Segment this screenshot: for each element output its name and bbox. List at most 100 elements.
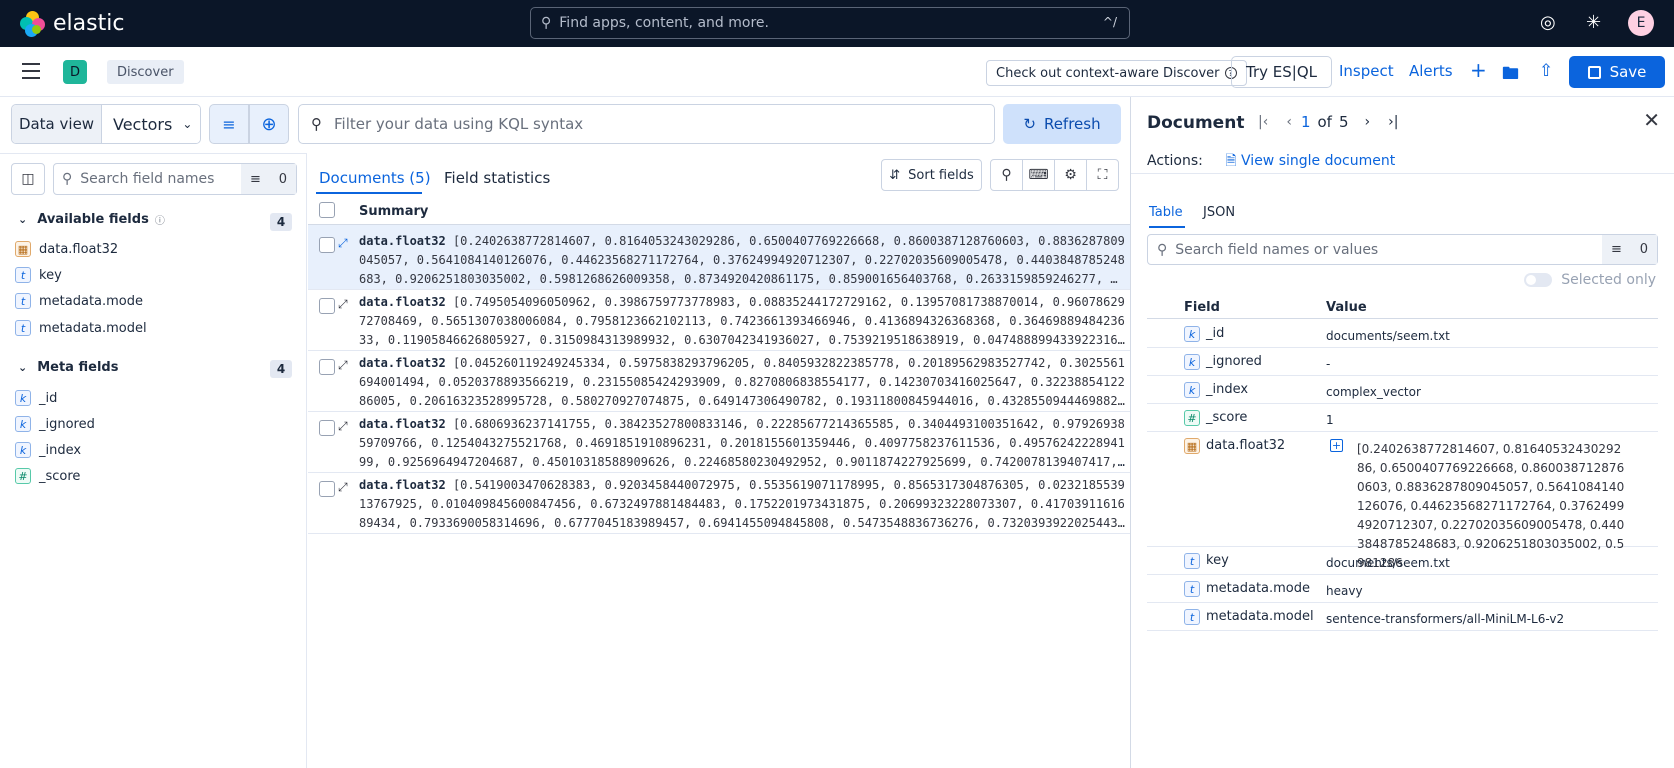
field-name: _id <box>1206 326 1225 341</box>
last-page-icon[interactable]: ›| <box>1388 114 1398 130</box>
tab-table[interactable]: Table <box>1149 205 1183 220</box>
tab-documents[interactable]: Documents (5) <box>319 169 431 187</box>
page-total[interactable]: 5 <box>1339 113 1349 131</box>
first-page-icon[interactable]: |‹ <box>1258 114 1268 130</box>
table-row[interactable]: ⤢ data.float32 [0.5419003470628383, 0.92… <box>308 469 1130 534</box>
field-name: _ignored <box>39 416 95 432</box>
data-view-picker[interactable]: Data view Vectors ⌄ <box>11 104 201 144</box>
keyword-type-icon: k <box>15 442 31 458</box>
menu-icon[interactable] <box>22 63 40 79</box>
try-esql-button[interactable]: Try ES|QL <box>1231 56 1332 88</box>
column-value: Value <box>1326 300 1367 315</box>
field-row-ignored[interactable]: k _ignored - <box>1147 348 1658 376</box>
refresh-button[interactable]: ↻ Refresh <box>1003 104 1121 144</box>
row-checkbox[interactable] <box>319 481 335 497</box>
field-item-index[interactable]: k _index <box>15 442 81 458</box>
expand-row-icon[interactable]: ⤢ <box>338 480 348 495</box>
field-item-data-float32[interactable]: ▦ data.float32 <box>15 241 118 257</box>
space-badge[interactable]: D <box>63 60 87 84</box>
expand-row-icon[interactable]: ⤢ <box>338 358 348 373</box>
news-feed-icon[interactable]: ✳ <box>1586 12 1601 33</box>
breadcrumb-discover[interactable]: Discover <box>107 60 184 84</box>
expand-row-icon[interactable]: ⤢ <box>338 419 348 434</box>
view-single-document-link[interactable]: 🗎 View single document <box>1225 153 1395 169</box>
row-checkbox[interactable] <box>319 359 335 375</box>
keyword-type-icon: k <box>1184 326 1200 342</box>
global-search-input[interactable]: ⚲ Find apps, content, and more. ^/ <box>530 7 1130 39</box>
tab-json[interactable]: JSON <box>1203 205 1235 220</box>
select-all-checkbox[interactable] <box>319 202 335 218</box>
add-filter-button[interactable]: ⊕ <box>249 104 289 144</box>
field-row-metadata-model[interactable]: t metadata.model sentence-transformers/a… <box>1147 603 1658 631</box>
save-button[interactable]: Save <box>1569 56 1665 88</box>
table-row[interactable]: ⤢ data.float32 [0.7495054096050962, 0.39… <box>308 286 1130 351</box>
table-row[interactable]: ⤢ data.float32 [0.2402638772814607, 0.81… <box>308 225 1130 290</box>
close-icon[interactable]: ✕ <box>1643 108 1660 132</box>
field-row-id[interactable]: k _id documents/seem.txt <box>1147 320 1658 348</box>
expand-value-icon[interactable]: + <box>1330 439 1343 452</box>
keyword-type-icon: k <box>15 390 31 406</box>
data-view-value: Vectors <box>113 114 173 134</box>
meta-fields-label: Meta fields <box>37 360 119 375</box>
column-summary[interactable]: Summary <box>359 204 428 219</box>
field-search-placeholder: Search field names <box>80 171 215 187</box>
field-item-metadata-mode[interactable]: t metadata.mode <box>15 293 143 309</box>
context-aware-label: Check out context-aware Discover <box>996 65 1220 81</box>
table-row[interactable]: ⤢ data.float32 [0.04526011924924533​4, 0… <box>308 347 1130 412</box>
page-current[interactable]: 1 <box>1301 113 1311 131</box>
elastic-logo-icon <box>20 10 46 37</box>
field-row-metadata-mode[interactable]: t metadata.mode heavy <box>1147 575 1658 603</box>
row-checkbox[interactable] <box>319 420 335 436</box>
open-folder-icon[interactable]: 🖿 <box>1502 61 1519 90</box>
new-search-icon[interactable]: + <box>1470 58 1487 82</box>
field-filter-button[interactable]: ≡ 0 <box>241 164 296 194</box>
grid-header: Summary <box>308 197 1130 225</box>
help-icon[interactable]: ◎ <box>1540 12 1556 33</box>
meta-fields-header[interactable]: ⌄ Meta fields <box>18 360 118 375</box>
field-row-score[interactable]: # _score 1 <box>1147 404 1658 432</box>
display-settings-icon[interactable]: ⚙ <box>1054 159 1087 191</box>
row-checkbox[interactable] <box>319 298 335 314</box>
field-value: 1 <box>1326 413 1334 427</box>
elastic-logo[interactable]: elastic <box>20 10 124 37</box>
field-row-index[interactable]: k _index complex_vector <box>1147 376 1658 404</box>
collapse-row-icon[interactable]: ⤢ <box>338 236 348 251</box>
keyboard-shortcuts-icon[interactable]: ⌨ <box>1022 159 1055 191</box>
field-item-ignored[interactable]: k _ignored <box>15 416 95 432</box>
field-row-data-float32[interactable]: ▦ data.float32 + [0.2402638772814607, 0.… <box>1147 432 1658 570</box>
kql-query-input[interactable]: ⚲ Filter your data using KQL syntax <box>298 104 995 144</box>
flyout-filter-button[interactable]: ≡ 0 <box>1602 235 1657 264</box>
summary-value: [0.2402638772814607, 0.8164053243029286,… <box>359 234 1125 286</box>
share-icon[interactable]: ⇧ <box>1539 61 1553 81</box>
row-checkbox[interactable] <box>319 237 335 253</box>
filter-options-button[interactable]: ≡ <box>209 104 249 144</box>
field-search-input[interactable]: ⚲ Search field names ≡ 0 <box>53 163 297 195</box>
flyout-search-input[interactable]: ⚲ Search field names or values ≡ 0 <box>1147 234 1658 265</box>
field-item-id[interactable]: k _id <box>15 390 57 406</box>
table-row[interactable]: ⤢ data.float32 [0.6806936237141755, 0.38… <box>308 408 1130 473</box>
row-summary: data.float32 [0.7495054096050962, 0.3986… <box>359 293 1125 347</box>
search-in-table-icon[interactable]: ⚲ <box>990 159 1023 191</box>
inspect-button[interactable]: Inspect <box>1339 62 1394 80</box>
next-page-icon[interactable]: › <box>1365 114 1371 130</box>
available-fields-header[interactable]: ⌄ Available fields ⓘ <box>18 212 165 227</box>
fullscreen-icon[interactable]: ⛶ <box>1086 159 1119 191</box>
active-tab-indicator <box>1149 226 1185 228</box>
sort-fields-button[interactable]: ⇵ Sort fields <box>881 159 982 191</box>
expand-row-icon[interactable]: ⤢ <box>338 297 348 312</box>
previous-page-icon[interactable]: ‹ <box>1286 114 1292 130</box>
row-summary: data.float32 [0.6806936237141755, 0.3842… <box>359 415 1125 469</box>
field-row-key[interactable]: t key documents/seem.txt <box>1147 547 1658 575</box>
field-item-score[interactable]: # _score <box>15 468 80 484</box>
data-view-label: Data view <box>12 105 102 143</box>
selected-only-toggle[interactable]: Selected only <box>1524 272 1656 288</box>
alerts-button[interactable]: Alerts <box>1409 62 1453 80</box>
field-item-metadata-model[interactable]: t metadata.model <box>15 320 147 336</box>
toggle-switch[interactable] <box>1524 273 1553 287</box>
tab-field-statistics[interactable]: Field statistics <box>444 169 550 187</box>
user-avatar[interactable]: E <box>1628 10 1654 36</box>
field-item-key[interactable]: t key <box>15 267 62 283</box>
collapse-sidebar-icon[interactable]: ◫ <box>11 163 45 195</box>
search-icon: ⚲ <box>311 115 322 133</box>
context-aware-discover-button[interactable]: Check out context-aware Discover ? <box>986 60 1247 86</box>
